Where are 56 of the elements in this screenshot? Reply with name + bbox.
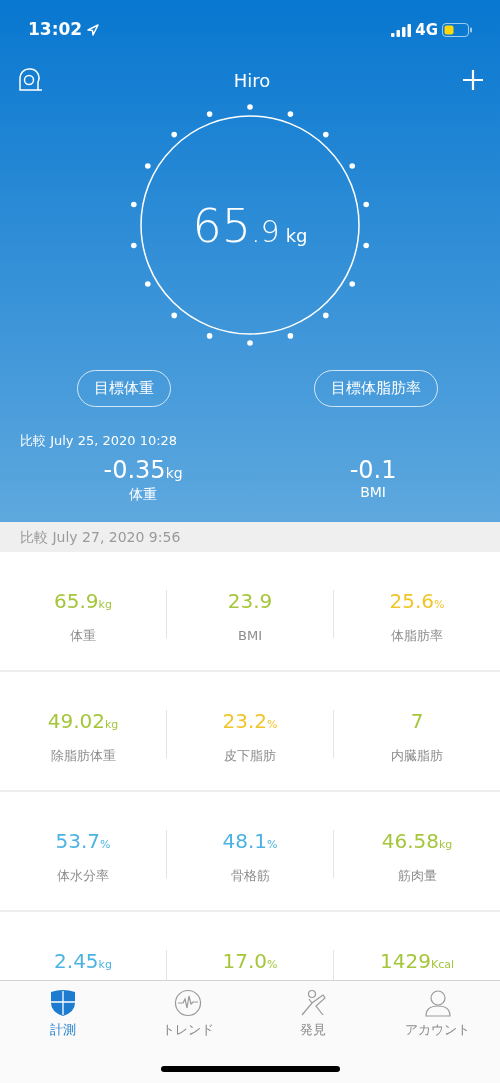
delta-label: BMI [360, 483, 386, 502]
weight-decimal: .9 [251, 213, 280, 251]
metric-value: 7 [410, 708, 424, 735]
metric-label: 皮下脂肪 [224, 747, 276, 765]
tab-item[interactable]: 計測 [0, 981, 125, 1041]
metric-label: BMI [238, 627, 262, 645]
comparison-date: 比較 July 25, 2020 10:28 [20, 431, 179, 450]
metric-value: 65.9 [54, 588, 99, 615]
metric-value: 23.2 [222, 708, 268, 735]
metric-value: 46.58 [381, 828, 439, 855]
metric-unit: kg [98, 598, 112, 613]
person-icon [423, 989, 452, 1017]
tab-item[interactable]: アカウント [375, 981, 500, 1041]
location-icon [86, 23, 101, 37]
metric-label: 骨格筋 [230, 867, 270, 885]
heartbeat-icon [173, 989, 202, 1017]
profile-name: Hiro [233, 68, 271, 93]
metric-unit: % [267, 958, 278, 973]
shield-icon [48, 989, 77, 1017]
delta-value: -0.35 [103, 458, 166, 482]
metric-label: 内臓脂肪 [391, 747, 443, 765]
metric-unit: % [100, 838, 111, 853]
metric-label: 除脂肪体重 [50, 747, 116, 765]
network-label: 4G [415, 19, 438, 41]
metric-value: 25.6 [389, 588, 435, 615]
metric-value: 23.9 [227, 588, 273, 615]
metric-label: 体水分率 [57, 867, 109, 885]
status-time: 13:02 [28, 18, 83, 42]
tape-measure-icon[interactable] [16, 67, 42, 93]
tab-item[interactable]: トレンド [125, 981, 250, 1041]
section-header: 比較 July 27, 2020 9:56 [0, 522, 500, 552]
metric-unit: kg [98, 958, 112, 973]
metric-label: 体重 [70, 627, 96, 645]
delta-value: -0.1 [349, 458, 397, 482]
metric-unit: % [434, 598, 445, 613]
metric-label: 体脂肪率 [391, 627, 443, 645]
metric-value: 49.02 [47, 708, 105, 735]
weight-unit: kg [285, 224, 308, 248]
metric-value: 17.0 [222, 948, 268, 975]
tab-item[interactable]: 発見 [250, 981, 375, 1041]
metric-value: 1429 [380, 948, 431, 975]
add-icon[interactable] [462, 69, 484, 91]
delta-label: 体重 [129, 485, 158, 504]
metric-unit: % [267, 838, 278, 853]
weight-value: 65 [192, 198, 252, 255]
metric-unit: kg [104, 717, 119, 733]
metric-unit: Kcal [430, 957, 454, 973]
metric-value: 48.1 [222, 828, 268, 855]
delta-unit: kg [165, 464, 183, 483]
metric-label: 筋肉量 [397, 867, 437, 885]
metric-unit: kg [438, 837, 453, 853]
battery-icon [442, 23, 472, 37]
metric-unit: % [267, 718, 278, 733]
metric-value: 53.7 [55, 828, 101, 855]
metric-value: 2.45 [54, 948, 99, 975]
signal-icon [391, 23, 412, 37]
